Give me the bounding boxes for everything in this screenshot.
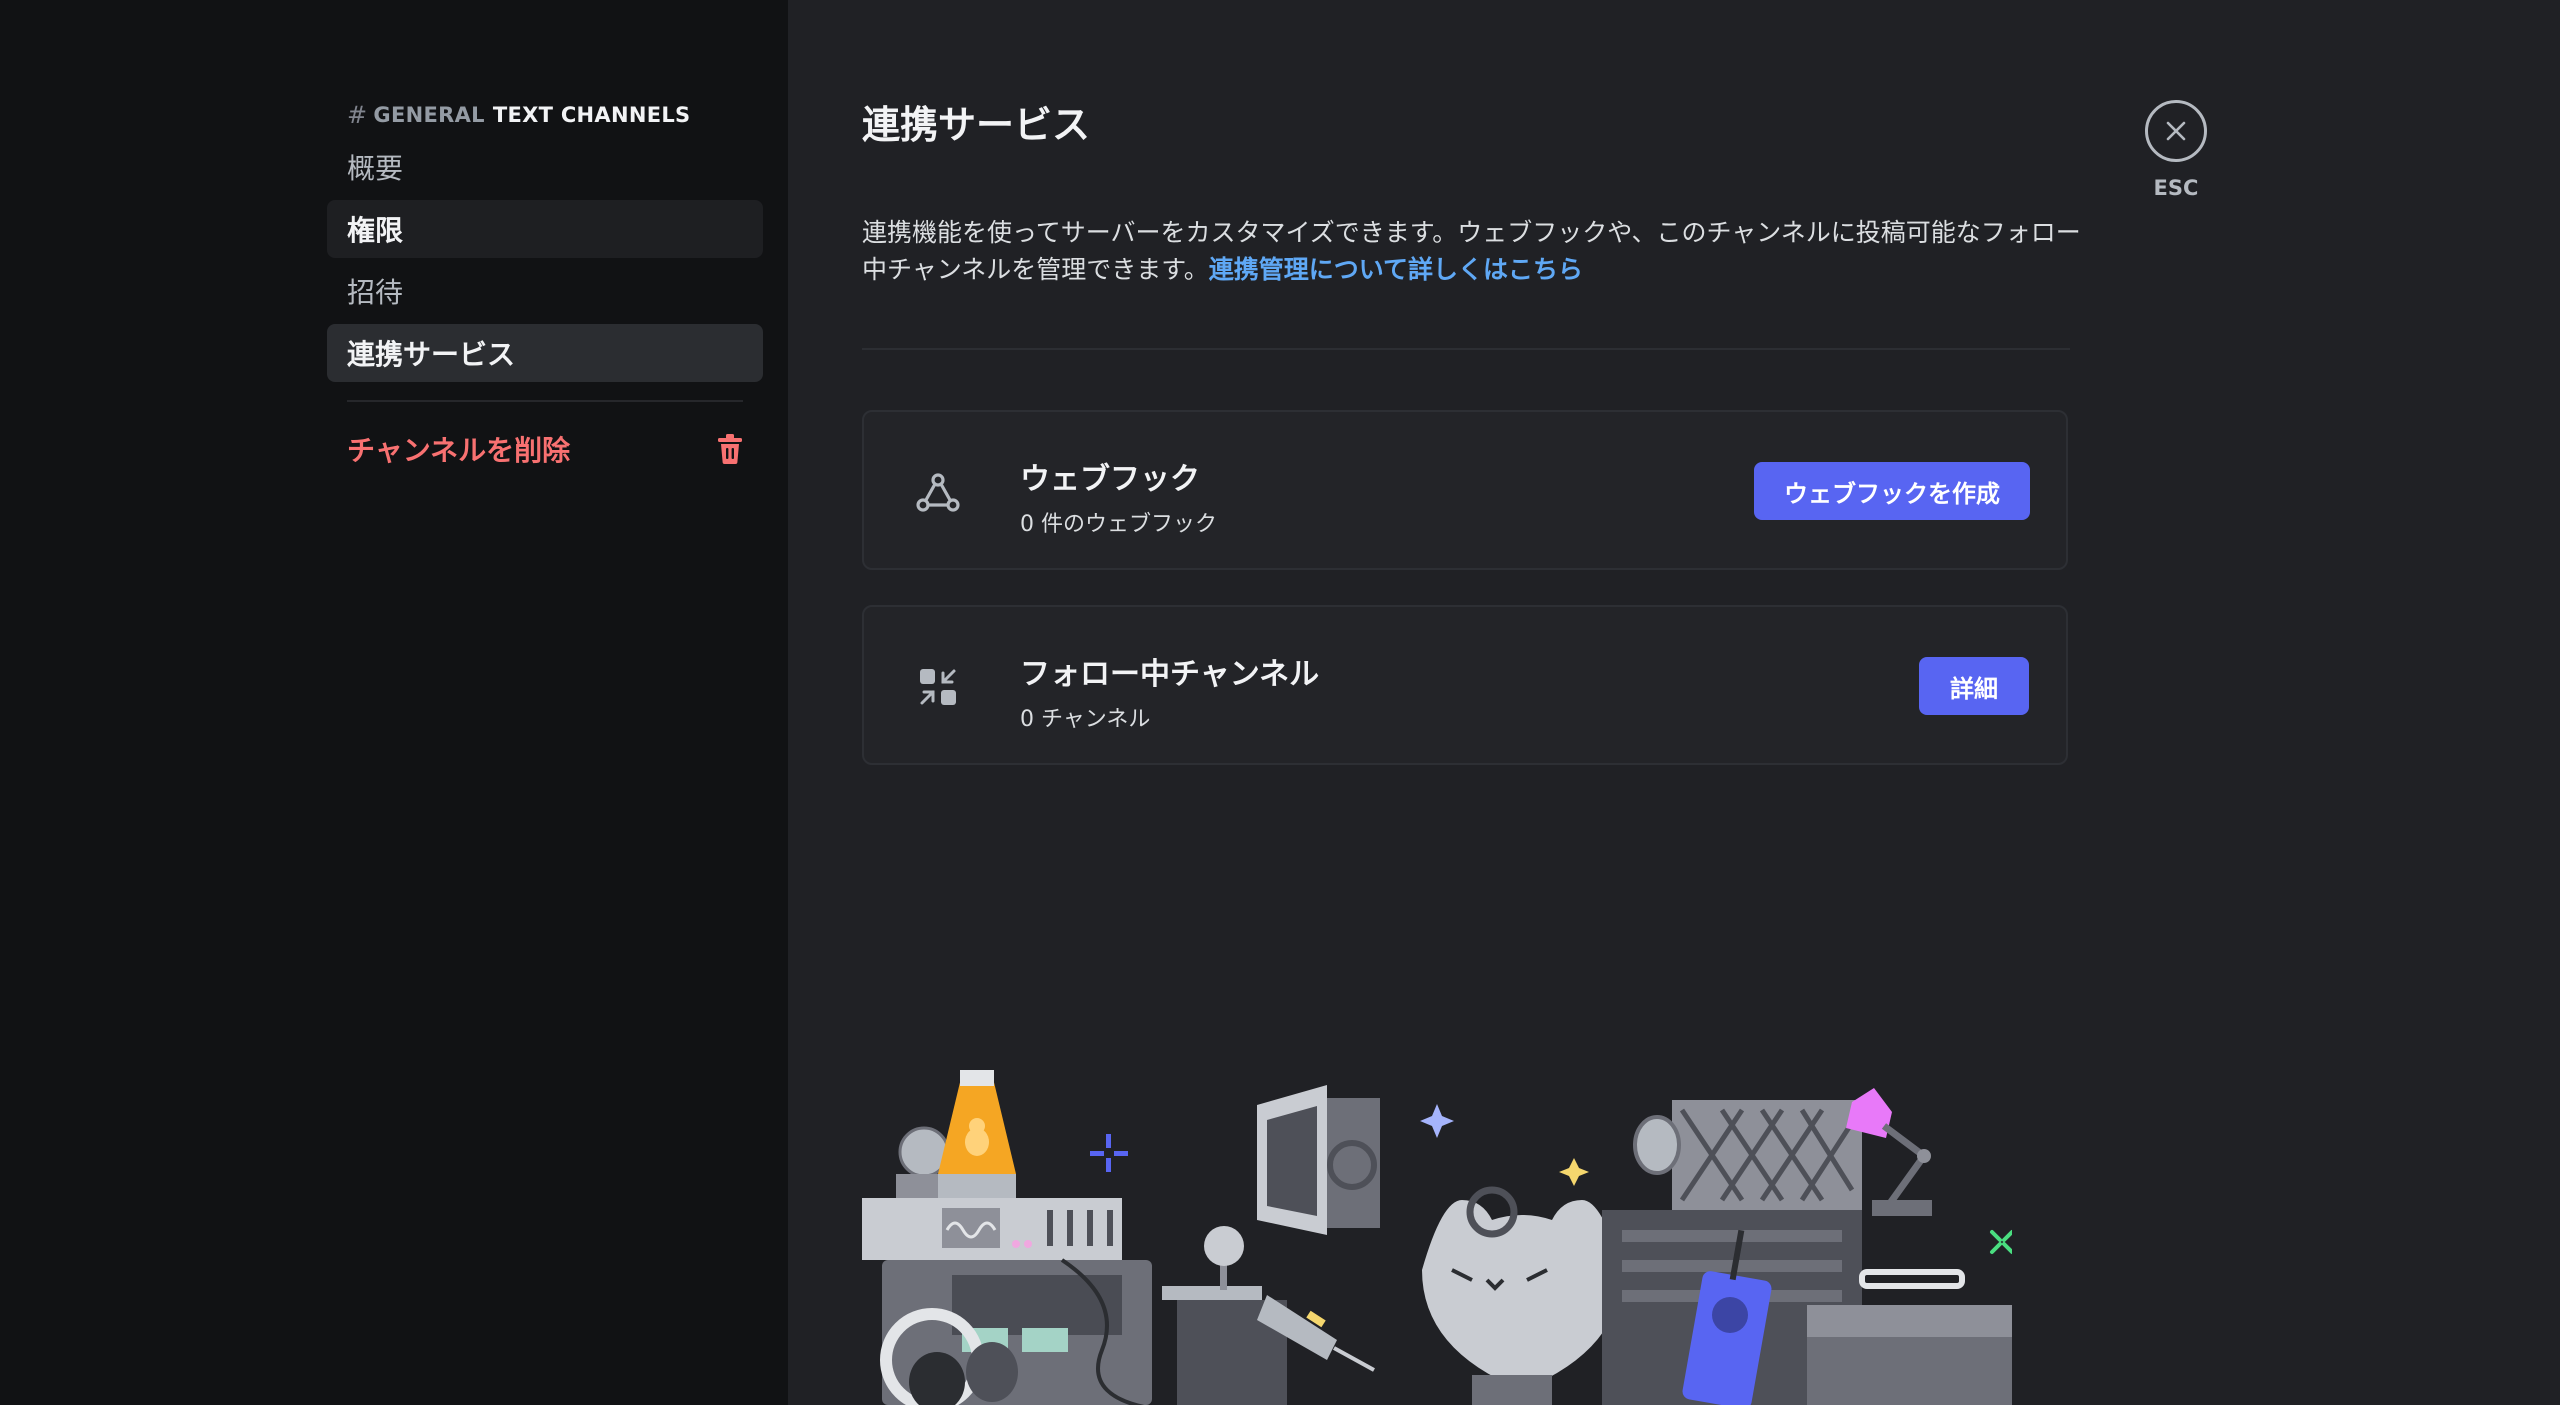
follow-channels-icon (908, 657, 968, 717)
webhook-icon (908, 462, 968, 522)
sidebar-item-integrations[interactable]: 連携サービス (327, 324, 763, 382)
sidebar-item-label: 権限 (347, 214, 404, 247)
trash-icon (718, 434, 742, 464)
integrations-description: 連携機能を使ってサーバーをカスタマイズできます。ウェブフックや、このチャンネルに… (862, 214, 2082, 288)
sidebar-item-permissions[interactable]: 権限 (327, 200, 763, 258)
create-webhook-button[interactable]: ウェブフックを作成 (1754, 462, 2030, 520)
esc-label: ESC (2153, 176, 2199, 200)
sidebar-item-label: 連携サービス (347, 338, 516, 371)
webhooks-card: ウェブフック 0 件のウェブフック ウェブフックを作成 (862, 410, 2068, 570)
followed-channels-card: フォロー中チャンネル 0 チャンネル 詳細 (862, 605, 2068, 765)
hash-icon: # (347, 101, 368, 129)
close-control: ESC (2142, 100, 2210, 200)
details-button[interactable]: 詳細 (1919, 657, 2029, 715)
category-name: TEXT CHANNELS (492, 103, 691, 127)
sidebar-item-invites[interactable]: 招待 (327, 262, 763, 320)
gadgets-illustration (862, 1070, 2012, 1405)
sidebar-item-label: 招待 (347, 276, 404, 309)
sidebar-item-overview[interactable]: 概要 (327, 138, 763, 196)
delete-channel-button[interactable]: チャンネルを削除 (327, 420, 763, 478)
close-icon (2166, 121, 2186, 141)
followed-channels-title: フォロー中チャンネル (1020, 657, 1320, 692)
webhooks-title: ウェブフック (1020, 462, 1200, 497)
delete-channel-label: チャンネルを削除 (347, 434, 571, 467)
settings-sidebar: # GENERAL TEXT CHANNELS 概要 権限 招待 連携サービス … (0, 0, 788, 1405)
close-button[interactable] (2145, 100, 2207, 162)
page-title: 連携サービス (862, 103, 1091, 147)
sidebar-nav: # GENERAL TEXT CHANNELS 概要 権限 招待 連携サービス … (327, 96, 763, 478)
learn-more-link[interactable]: 連携管理について詳しくはこちら (1209, 255, 1583, 284)
sidebar-item-label: 概要 (347, 152, 404, 185)
section-divider (862, 348, 2070, 350)
sidebar-header: # GENERAL TEXT CHANNELS (327, 96, 763, 134)
channel-name: GENERAL (373, 103, 485, 127)
followed-channels-count: 0 チャンネル (1020, 707, 1151, 732)
settings-content: 連携サービス 連携機能を使ってサーバーをカスタマイズできます。ウェブフックや、こ… (788, 0, 2560, 1405)
webhooks-count: 0 件のウェブフック (1020, 512, 1217, 537)
sidebar-divider (347, 400, 743, 402)
